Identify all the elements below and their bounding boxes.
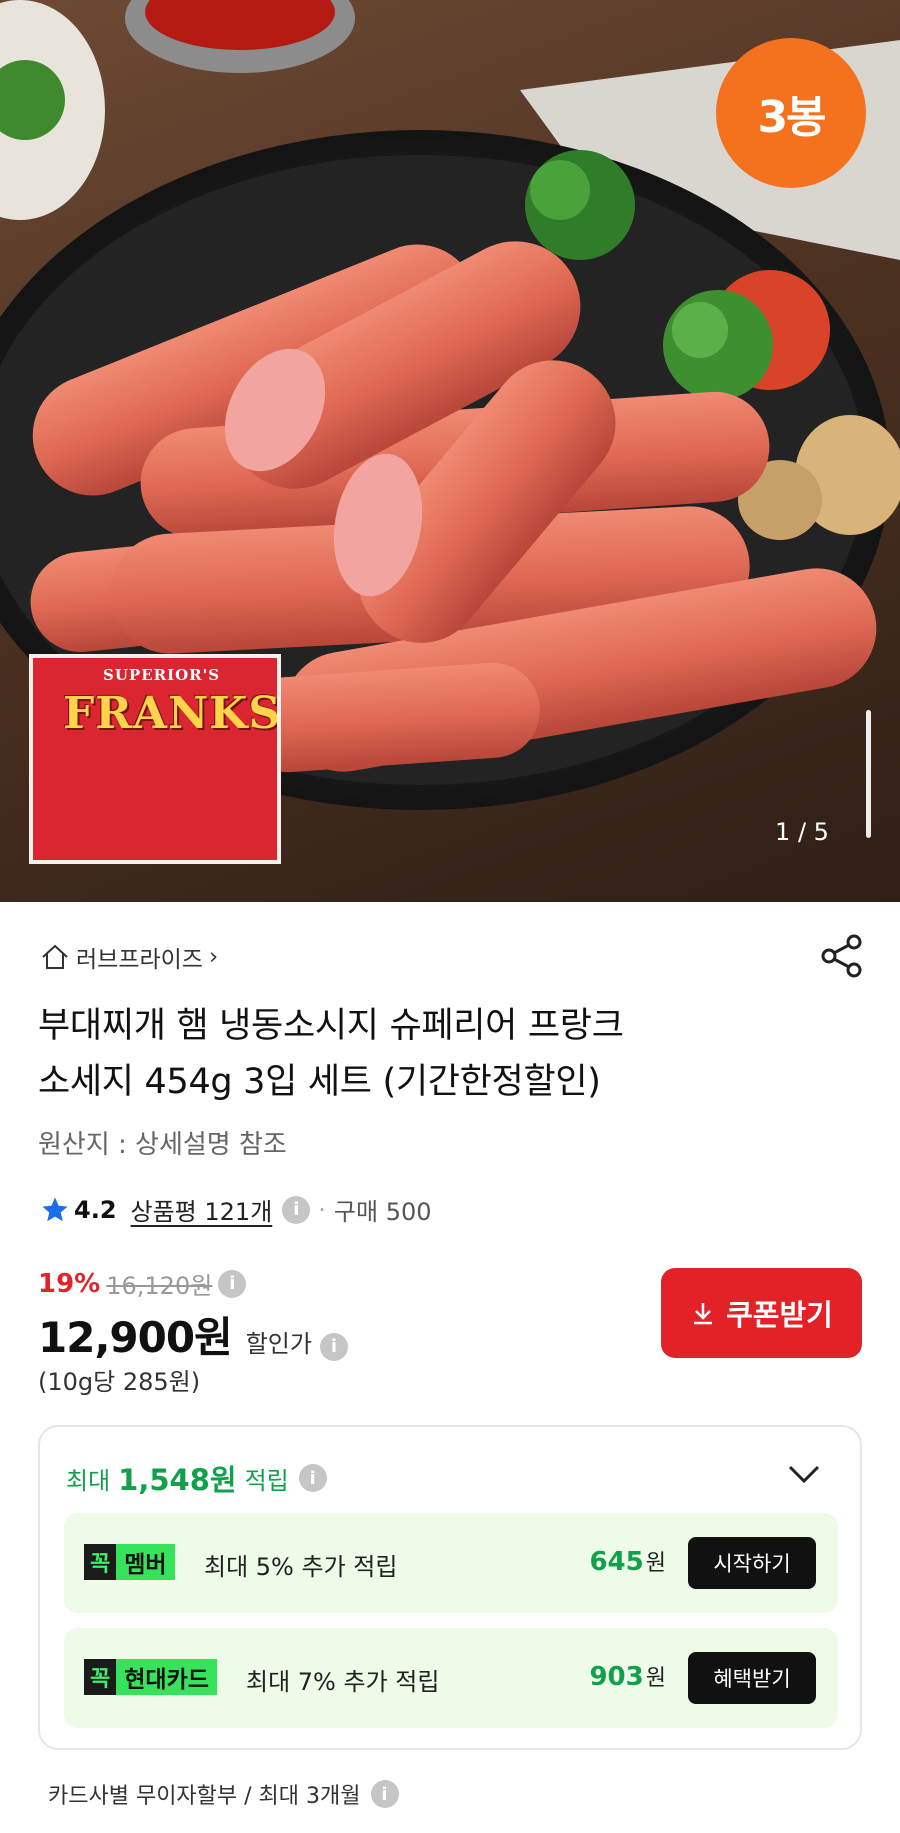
download-icon bbox=[694, 1303, 713, 1325]
discount-rate: 19% bbox=[38, 1268, 101, 1299]
member-offer-desc: 최대 5% 추가 적립 bbox=[204, 1553, 398, 1581]
info-icon[interactable]: i bbox=[218, 1269, 247, 1298]
info-icon[interactable]: i bbox=[370, 1780, 399, 1808]
price-row: 12,900원 할인가 i bbox=[38, 1304, 348, 1365]
store-link[interactable]: 러브프라이즈 › bbox=[40, 940, 218, 974]
coupon-button-label: 쿠폰받기 bbox=[726, 1300, 833, 1332]
info-icon[interactable]: i bbox=[319, 1332, 348, 1361]
review-count-link[interactable]: 상품평 121개 bbox=[131, 1192, 273, 1227]
carousel-scrollbar[interactable] bbox=[866, 710, 871, 838]
image-counter: 1 / 5 bbox=[775, 818, 829, 846]
store-name: 러브프라이즈 bbox=[76, 947, 203, 973]
installment-text: 카드사별 무이자할부 / 최대 3개월 bbox=[48, 1784, 361, 1809]
member-offer: 꼭 멤버 최대 5% 추가 적립 645원 시작하기 bbox=[64, 1513, 838, 1613]
installment-info: 카드사별 무이자할부 / 최대 3개월 i bbox=[48, 1778, 399, 1810]
info-icon[interactable]: i bbox=[282, 1195, 311, 1224]
card-offer-desc: 최대 7% 추가 적립 bbox=[246, 1668, 440, 1696]
quantity-badge: 3봉 bbox=[716, 38, 866, 188]
info-icon[interactable]: i bbox=[298, 1464, 327, 1492]
kkok-logo: 꼭 bbox=[84, 1659, 117, 1695]
product-info: 러브프라이즈 › 부대찌개 햄 냉동소시지 슈페리어 프랑크 소세지 454g … bbox=[0, 902, 900, 1833]
home-icon bbox=[42, 944, 68, 969]
product-image-carousel[interactable]: 3봉 SUPERIOR'S FRANKS 1 / 5 bbox=[0, 0, 900, 902]
origin-info: 원산지 : 상세설명 참조 bbox=[38, 1130, 287, 1160]
product-title: 부대찌개 햄 냉동소시지 슈페리어 프랑크 소세지 454g 3입 세트 (기간… bbox=[38, 998, 858, 1110]
max-points: 최대 1,548원 적립 i bbox=[66, 1457, 327, 1499]
sale-price: 12,900원 bbox=[38, 1313, 233, 1362]
max-points-suffix: 적립 bbox=[244, 1466, 289, 1495]
star-icon bbox=[42, 1197, 68, 1221]
product-title-line1: 부대찌개 햄 냉동소시지 슈페리어 프랑크 bbox=[38, 1006, 624, 1046]
discount-row: 19% 16,120원 i bbox=[38, 1266, 247, 1301]
card-tag-label: 현대카드 bbox=[116, 1659, 217, 1695]
coupon-download-button[interactable]: 쿠폰받기 bbox=[661, 1268, 862, 1358]
points-card: 최대 1,548원 적립 i 꼭 멤버 최대 5% 추가 적립 645원 시작하… bbox=[38, 1425, 862, 1750]
package-brand: SUPERIOR'S bbox=[103, 666, 221, 684]
purchase-count: 구매 500 bbox=[333, 1198, 432, 1226]
product-title-line2: 소세지 454g 3입 세트 (기간한정할인) bbox=[38, 1062, 601, 1102]
member-tag-label: 멤버 bbox=[116, 1544, 175, 1580]
package-logo: FRANKS bbox=[63, 688, 281, 739]
chevron-down-icon[interactable] bbox=[784, 1457, 824, 1493]
member-tag: 꼭 멤버 bbox=[84, 1543, 175, 1581]
max-points-amount: 1,548원 bbox=[118, 1463, 237, 1497]
separator-dot: · bbox=[318, 1195, 326, 1224]
unit-price: (10g당 285원) bbox=[38, 1368, 201, 1396]
original-price: 16,120원 bbox=[106, 1272, 213, 1300]
start-member-button[interactable]: 시작하기 bbox=[688, 1537, 816, 1589]
member-offer-amount: 645원 bbox=[589, 1547, 666, 1577]
chevron-right-icon: › bbox=[208, 944, 219, 970]
card-offer-amount: 903원 bbox=[589, 1662, 666, 1692]
share-icon[interactable] bbox=[818, 932, 866, 980]
max-points-prefix: 최대 bbox=[66, 1466, 111, 1495]
rating-score: 4.2 bbox=[74, 1195, 117, 1224]
card-offer: 꼭 현대카드 최대 7% 추가 적립 903원 혜택받기 bbox=[64, 1628, 838, 1728]
card-tag: 꼭 현대카드 bbox=[84, 1658, 217, 1696]
kkok-logo: 꼭 bbox=[84, 1544, 117, 1580]
package-thumbnail: SUPERIOR'S FRANKS bbox=[29, 654, 281, 864]
sale-price-label: 할인가 bbox=[245, 1330, 312, 1358]
rating-row: 4.2 상품평 121개 i · 구매 500 bbox=[40, 1192, 432, 1227]
get-benefit-button[interactable]: 혜택받기 bbox=[688, 1652, 816, 1704]
